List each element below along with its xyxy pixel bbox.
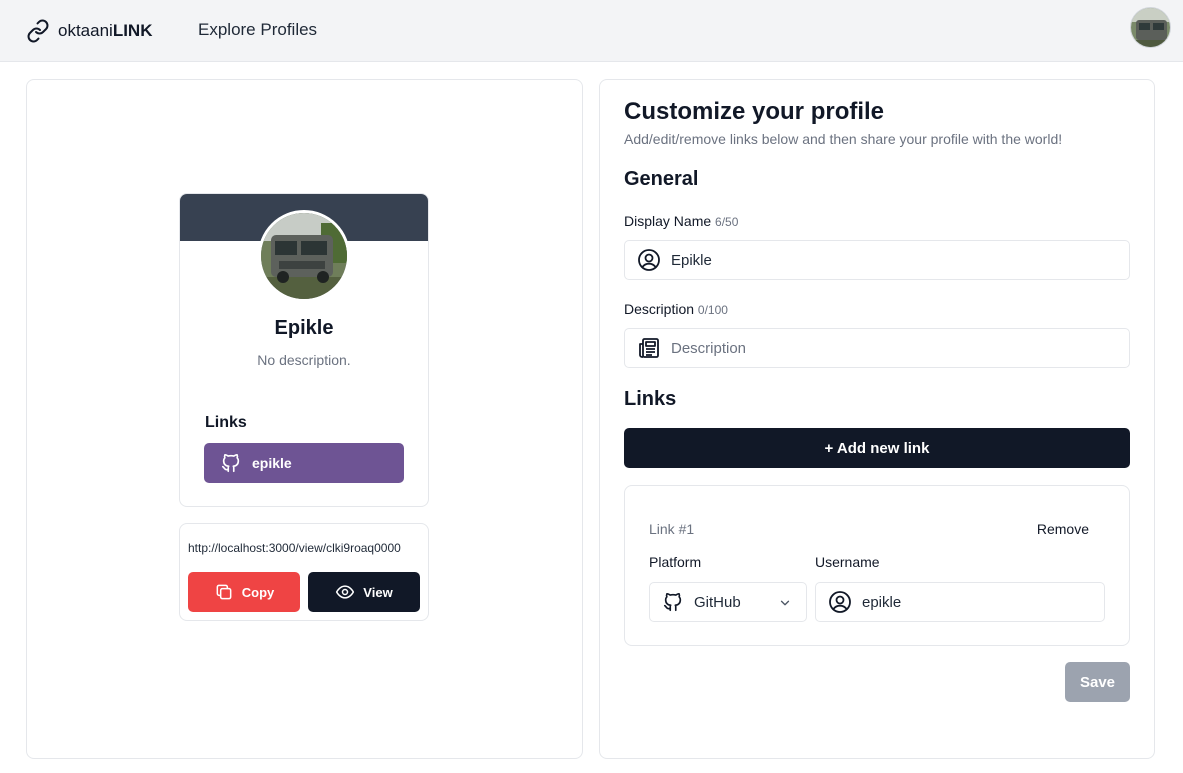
description-input[interactable]: Description (624, 328, 1130, 368)
general-heading: General (624, 168, 699, 190)
description-count: 0/100 (697, 303, 728, 317)
profile-link-label: epikle (252, 455, 292, 471)
display-name-input[interactable]: Epikle (624, 240, 1130, 280)
brand-logo-link[interactable]: oktaaniLINK (26, 18, 153, 44)
view-button[interactable]: View (308, 572, 420, 612)
user-circle-icon (638, 249, 660, 271)
profile-links-heading: Links (205, 414, 247, 431)
platform-select-value: GitHub (694, 593, 741, 611)
add-new-link-button[interactable]: + Add new link (624, 428, 1130, 468)
copy-button-label: Copy (241, 584, 275, 600)
description-label: Description 0/100 (624, 301, 728, 317)
nav-explore-profiles[interactable]: Explore Profiles (198, 20, 317, 40)
profile-avatar (258, 210, 350, 302)
user-circle-icon (829, 591, 851, 613)
link-item: Link #1 Remove Platform Username GitHub … (624, 485, 1130, 646)
link-icon (27, 19, 49, 43)
user-avatar[interactable] (1130, 7, 1171, 48)
platform-select[interactable]: GitHub (649, 582, 807, 622)
navbar: oktaaniLINK Explore Profiles (0, 0, 1183, 62)
profile-description: No description. (257, 352, 351, 368)
display-name-count: 6/50 (715, 215, 739, 229)
eye-icon (336, 585, 355, 599)
save-button[interactable]: Save (1065, 662, 1130, 702)
customize-panel: Customize your profile Add/edit/remove l… (599, 79, 1155, 759)
remove-link-button[interactable]: Remove (1037, 521, 1089, 537)
brand-name: oktaaniLINK (58, 21, 153, 40)
profile-preview-card: Epikle No description. Links epikle (179, 193, 429, 507)
github-icon (221, 453, 240, 473)
chevron-down-icon (780, 600, 790, 606)
view-button-label: View (363, 584, 393, 600)
profile-display-name: Epikle (274, 317, 334, 339)
display-name-label: Display Name 6/50 (624, 213, 739, 229)
link-item-title: Link #1 (649, 521, 695, 537)
description-placeholder: Description (671, 339, 747, 357)
copy-icon (216, 584, 232, 600)
display-name-value: Epikle (671, 251, 712, 269)
profile-link-github[interactable]: epikle (204, 443, 404, 483)
copy-button[interactable]: Copy (188, 572, 300, 612)
username-input[interactable]: epikle (815, 582, 1105, 622)
platform-label: Platform (649, 554, 702, 570)
page-title: Customize your profile (624, 98, 885, 125)
newspaper-icon (639, 338, 659, 358)
preview-panel: Epikle No description. Links epikle http… (26, 79, 583, 759)
github-icon (663, 592, 682, 612)
username-label: Username (815, 554, 880, 570)
links-heading: Links (624, 388, 677, 410)
share-url[interactable]: http://localhost:3000/view/clki9roaq0000 (188, 541, 421, 555)
page-subtitle: Add/edit/remove links below and then sha… (624, 131, 1063, 147)
share-box: http://localhost:3000/view/clki9roaq0000… (179, 523, 429, 621)
username-value: epikle (862, 593, 902, 611)
